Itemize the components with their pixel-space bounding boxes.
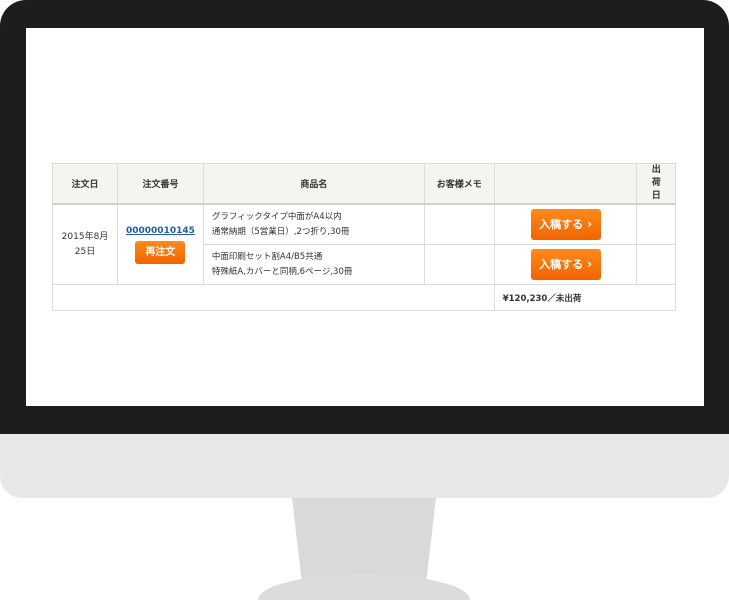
monitor-stand-foot bbox=[258, 574, 470, 600]
product-name-cell: グラフィックタイプ中面がA4以内 通常納期（5営業日）,2つ折り,30冊 bbox=[202, 203, 425, 245]
submit-data-button[interactable]: 入稿する › bbox=[530, 249, 601, 280]
product-detail-line: 通常納期（5営業日）,2つ折り,30冊 bbox=[211, 226, 350, 237]
chevron-right-icon: › bbox=[587, 257, 593, 271]
product-detail-line: 特殊紙A,カバーと同柄,6ページ,30冊 bbox=[211, 266, 353, 277]
order-date-cell: 2015年8月25日 bbox=[52, 203, 118, 285]
product-name-line: グラフィックタイプ中面がA4以内 bbox=[211, 211, 342, 222]
header-customer-memo: お客様メモ bbox=[423, 163, 495, 205]
header-order-number: 注文番号 bbox=[117, 163, 204, 205]
submit-data-button[interactable]: 入稿する › bbox=[530, 209, 601, 240]
submit-button-label: 入稿する bbox=[539, 218, 584, 231]
ship-date-cell bbox=[636, 244, 676, 285]
product-name-cell: 中面印刷セット割A4/B5共通 特殊紙A,カバーと同柄,6ページ,30冊 bbox=[202, 244, 425, 285]
monitor-chin bbox=[0, 434, 729, 498]
screen: 注文日 注文番号 商品名 お客様メモ 出荷日 2015年8月25日 000000… bbox=[26, 28, 704, 406]
order-history-table: 注文日 注文番号 商品名 お客様メモ 出荷日 2015年8月25日 000000… bbox=[52, 163, 677, 311]
customer-memo-cell bbox=[423, 244, 495, 285]
header-product-name: 商品名 bbox=[202, 163, 425, 205]
customer-memo-cell bbox=[423, 203, 495, 245]
order-number-cell: 00000010145 再注文 bbox=[117, 203, 204, 285]
action-cell: 入稿する › bbox=[493, 203, 638, 245]
reorder-button[interactable]: 再注文 bbox=[135, 240, 186, 264]
order-total: ¥120,230／未出荷 bbox=[493, 284, 677, 311]
product-name-line: 中面印刷セット割A4/B5共通 bbox=[211, 251, 323, 262]
action-cell: 入稿する › bbox=[493, 244, 638, 285]
header-ship-date: 出荷日 bbox=[636, 163, 676, 205]
chevron-right-icon: › bbox=[587, 217, 593, 231]
submit-button-label: 入稿する bbox=[539, 258, 584, 271]
table-row: 2015年8月25日 00000010145 再注文 グラフィックタイプ中面がA… bbox=[52, 203, 676, 285]
monitor-stand-neck bbox=[292, 498, 436, 584]
order-date: 2015年8月25日 bbox=[61, 231, 109, 257]
header-ship-date-label: 出荷日 bbox=[651, 165, 661, 201]
total-row: ¥120,230／未出荷 bbox=[52, 284, 677, 311]
ship-date-cell bbox=[636, 203, 676, 245]
table-header-row: 注文日 注文番号 商品名 お客様メモ 出荷日 bbox=[52, 163, 676, 205]
header-order-date: 注文日 bbox=[52, 163, 118, 205]
total-spacer-cell bbox=[52, 284, 495, 311]
order-number-link[interactable]: 00000010145 bbox=[126, 226, 195, 236]
header-action bbox=[493, 163, 638, 205]
